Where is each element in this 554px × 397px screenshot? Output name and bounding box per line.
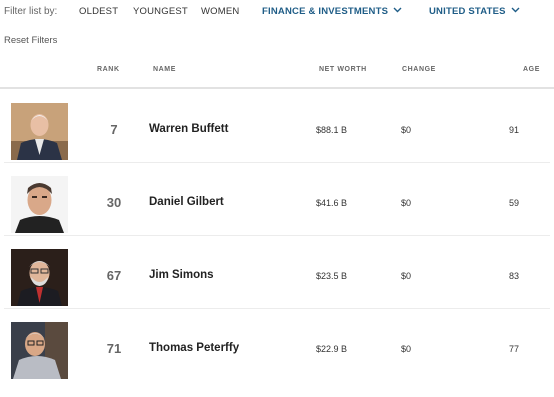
profile-photo [11,103,68,160]
net-worth-value: $22.9 B [316,344,348,354]
reset-filters-link[interactable]: Reset Filters [4,35,57,46]
change-value: $0 [401,125,412,135]
filter-country-dropdown[interactable]: UNITED STATES [429,6,520,17]
table-row[interactable]: 30 Daniel Gilbert $41.6 B $0 59 [4,163,550,236]
filter-oldest[interactable]: OLDEST [79,6,118,17]
rank-value: 67 [106,268,122,283]
profile-photo [11,322,68,379]
table-row[interactable]: 7 Warren Buffett $88.1 B $0 91 [4,90,550,163]
column-header-rank[interactable]: RANK [97,66,120,73]
profile-photo [11,249,68,306]
column-header-net-worth[interactable]: NET WORTH [319,66,367,73]
column-header-change[interactable]: CHANGE [402,66,436,73]
age-value: 59 [508,198,519,208]
net-worth-value: $41.6 B [316,198,348,208]
change-value: $0 [401,271,412,281]
change-value: $0 [401,344,412,354]
age-value: 83 [508,271,519,281]
filter-industry-dropdown[interactable]: FINANCE & INVESTMENTS [262,6,402,17]
filter-label: Filter list by: [4,6,58,17]
chevron-down-icon [511,7,520,13]
filter-women[interactable]: WOMEN [201,6,239,17]
net-worth-value: $23.5 B [316,271,348,281]
filter-bar: Filter list by: OLDEST YOUNGEST WOMEN FI… [0,0,554,24]
table-header: RANK NAME NET WORTH CHANGE AGE [0,58,554,89]
filter-youngest[interactable]: YOUNGEST [133,6,188,17]
rank-value: 71 [106,341,122,356]
person-name[interactable]: Jim Simons [149,269,214,281]
profile-photo [11,176,68,233]
person-name[interactable]: Thomas Peterffy [149,342,239,354]
filter-industry-label: FINANCE & INVESTMENTS [262,6,389,17]
table-row[interactable]: 71 Thomas Peterffy $22.9 B $0 77 [4,309,550,382]
table-row[interactable]: 67 Jim Simons $23.5 B $0 83 [4,236,550,309]
person-name[interactable]: Warren Buffett [149,123,228,135]
rank-value: 7 [110,122,118,137]
age-value: 77 [508,344,519,354]
filter-country-label: UNITED STATES [429,6,506,17]
column-header-name[interactable]: NAME [153,66,176,73]
change-value: $0 [401,198,412,208]
rank-value: 30 [106,195,122,210]
net-worth-value: $88.1 B [316,125,348,135]
person-name[interactable]: Daniel Gilbert [149,196,224,208]
age-value: 91 [508,125,519,135]
column-header-age[interactable]: AGE [523,66,540,73]
chevron-down-icon [393,7,402,13]
